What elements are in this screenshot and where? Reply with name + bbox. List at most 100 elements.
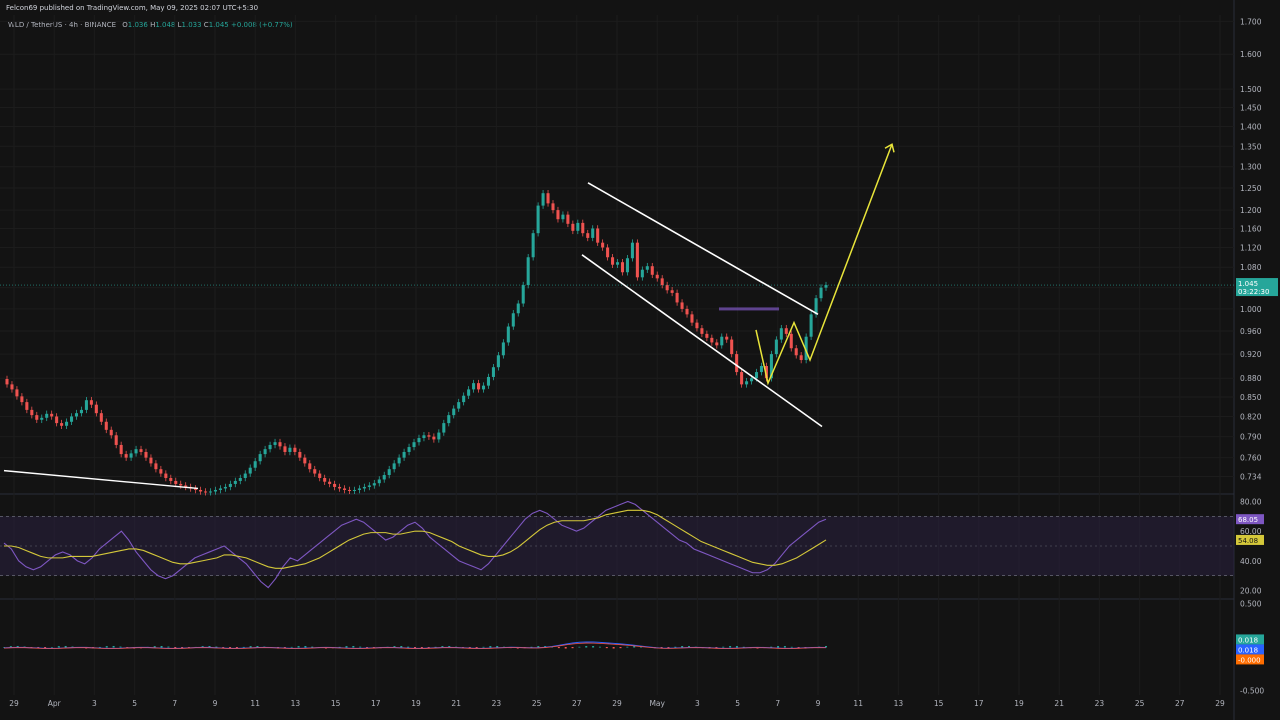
x-tick-label: 9: [816, 699, 821, 708]
candle-body: [521, 285, 525, 304]
candle-body: [685, 308, 689, 315]
candle-body: [437, 432, 441, 440]
macd-histogram-bar: [729, 646, 732, 648]
macd-histogram-bar: [489, 646, 492, 648]
candle-body: [645, 266, 649, 270]
candle-body: [754, 372, 759, 379]
macd-histogram-bar: [242, 646, 245, 648]
candle-body: [79, 409, 83, 414]
x-tick-label: 21: [1054, 699, 1064, 708]
candle-body: [630, 242, 634, 259]
candle-body: [710, 337, 714, 343]
y-tick-label: 1.500: [1240, 85, 1262, 94]
candle-body: [486, 376, 491, 386]
macd-histogram-bar: [557, 647, 560, 649]
price-chart[interactable]: 29 Apr 3 5 7 9 11 13 15 17 19 21 23 25 27 29 May 3 5 7 9 11 13…: [0, 0, 1280, 720]
x-tick-label: 15: [934, 699, 944, 708]
macd-histogram-bar: [174, 647, 177, 649]
candle-body: [799, 355, 803, 361]
macd-histogram-bar: [790, 646, 793, 648]
candle-body: [233, 480, 237, 484]
candle-body: [283, 446, 287, 452]
candle-body: [725, 336, 729, 340]
candle-body: [60, 423, 64, 426]
candle-body: [660, 278, 664, 286]
y-tick-label: 1.400: [1240, 123, 1262, 132]
candle-body: [228, 483, 232, 487]
candle-body: [615, 262, 620, 265]
candle-body: [695, 322, 699, 329]
candle-body: [55, 416, 59, 424]
macd-histogram-bar: [777, 646, 780, 648]
candle-body: [263, 449, 267, 455]
candle-body: [477, 383, 481, 390]
y-tick-label: 1.160: [1240, 224, 1262, 233]
candle-body: [124, 454, 128, 458]
candle-body: [89, 400, 93, 405]
macd-histogram-bar: [249, 646, 252, 648]
macd-y-tick-label: 0.500: [1240, 599, 1262, 608]
candle-body: [680, 302, 684, 309]
candle-body: [675, 292, 679, 303]
candle-body: [640, 269, 644, 278]
x-tick-label: 7: [172, 699, 177, 708]
candle-body: [288, 447, 292, 452]
candle-body: [313, 469, 317, 474]
y-tick-label: 1.450: [1240, 104, 1262, 113]
candle-body: [149, 457, 153, 464]
x-tick-label: 29: [1215, 699, 1225, 708]
macd-histogram-bar: [112, 645, 115, 648]
candle-body: [412, 442, 416, 448]
candle-body: [526, 257, 530, 286]
y-tick-label: 1.700: [1240, 17, 1262, 26]
signal-tag-value: 0.018: [1238, 646, 1258, 654]
macd-histogram-bar: [482, 646, 485, 648]
channel-upper-line: [587, 182, 819, 316]
macd-histogram-bar: [50, 646, 53, 648]
candle-body: [784, 328, 788, 334]
candle-body: [134, 449, 138, 454]
price-tag-countdown: 03:22:30: [1238, 288, 1269, 296]
rsi-ma-tag-value: 54.08: [1238, 537, 1258, 545]
candle-body: [670, 290, 674, 293]
candle-body: [407, 447, 411, 452]
order-block-marker: [719, 307, 779, 311]
candle-body: [417, 438, 421, 443]
macd-histogram-bar: [297, 646, 300, 648]
candle-body: [328, 481, 332, 484]
candle-body: [794, 348, 798, 356]
x-tick-label: 19: [411, 699, 421, 708]
macd-histogram-bar: [735, 646, 738, 648]
candle-body: [491, 367, 495, 377]
candle-body: [596, 228, 600, 243]
x-tick-label: 7: [775, 699, 780, 708]
candle-body: [174, 480, 178, 484]
y-tick-label: 1.120: [1240, 243, 1262, 252]
candle-body: [35, 415, 39, 420]
candle-body: [144, 451, 148, 458]
candle-body: [99, 413, 103, 422]
macd-histogram-bar: [160, 645, 163, 648]
candle-body: [774, 339, 778, 355]
candle-body: [253, 461, 257, 468]
candle-body: [50, 413, 54, 417]
candle-body: [561, 214, 565, 220]
candle-body: [213, 489, 218, 492]
candle-body: [20, 396, 24, 403]
candle-body: [779, 328, 783, 340]
candle-body: [467, 389, 471, 396]
candle-body: [372, 483, 376, 486]
candle-body: [625, 258, 629, 273]
candle-body: [342, 488, 347, 490]
rsi-y-tick-label: 60.00: [1240, 527, 1262, 536]
candle-body: [248, 467, 252, 474]
y-tick-label: 1.250: [1240, 184, 1262, 193]
candle-body: [516, 303, 520, 314]
candle-body: [179, 483, 183, 486]
candle-body: [164, 473, 168, 478]
y-tick-label: 0.760: [1240, 454, 1262, 463]
x-tick-label: 19: [1014, 699, 1024, 708]
candle-body: [690, 314, 694, 323]
macd-histogram-bar: [612, 647, 615, 649]
candle-body: [635, 242, 639, 278]
